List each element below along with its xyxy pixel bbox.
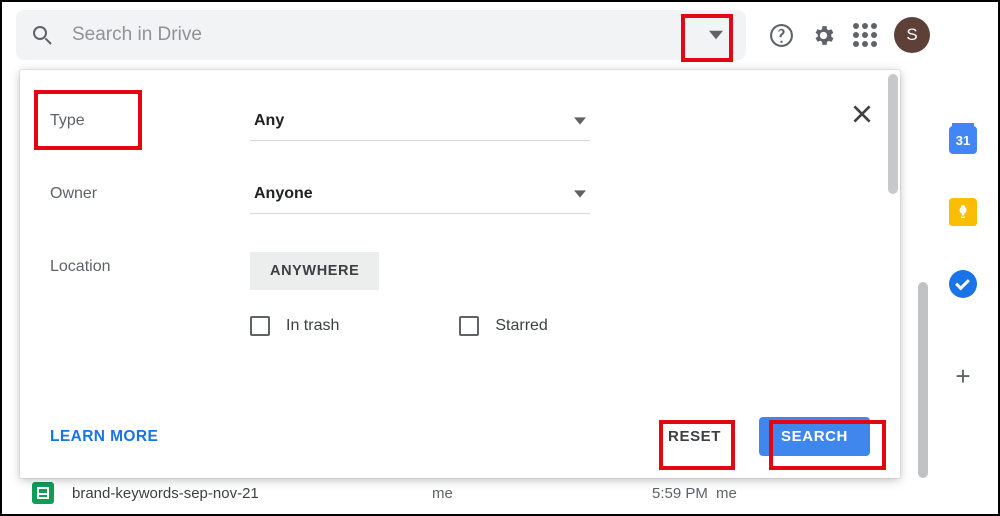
search-icon: [30, 23, 54, 47]
account-avatar[interactable]: S: [894, 17, 930, 53]
close-icon: [849, 101, 875, 127]
learn-more-link[interactable]: LEARN MORE: [50, 428, 158, 446]
help-icon[interactable]: [768, 22, 794, 48]
starred-checkbox[interactable]: Starred: [459, 316, 547, 336]
starred-label: Starred: [495, 317, 547, 335]
in-trash-checkbox[interactable]: In trash: [250, 316, 339, 336]
keep-icon[interactable]: [949, 198, 977, 226]
type-value: Any: [254, 112, 284, 130]
checkbox-icon: [250, 316, 270, 336]
checkbox-icon: [459, 316, 479, 336]
in-trash-label: In trash: [286, 317, 339, 335]
search-button[interactable]: SEARCH: [759, 417, 870, 456]
close-button[interactable]: [846, 98, 878, 130]
owner-label: Owner: [50, 179, 250, 203]
caret-down-icon: [709, 28, 723, 42]
list-scrollbar[interactable]: [918, 282, 928, 478]
file-owner: me: [432, 485, 652, 502]
caret-down-icon: [574, 115, 586, 127]
side-panel: 31 +: [932, 70, 994, 510]
location-label: Location: [50, 252, 250, 276]
type-label: Type: [50, 106, 250, 130]
calendar-icon[interactable]: 31: [949, 126, 977, 154]
search-bar[interactable]: Search in Drive: [16, 10, 746, 60]
google-apps-icon[interactable]: [852, 22, 878, 48]
header-actions: S: [768, 17, 930, 53]
owner-dropdown[interactable]: Anyone: [250, 179, 590, 214]
sheets-file-icon: [32, 482, 54, 504]
settings-gear-icon[interactable]: [810, 22, 836, 48]
search-placeholder: Search in Drive: [72, 24, 696, 46]
location-chip-anywhere[interactable]: ANYWHERE: [250, 252, 379, 290]
reset-button[interactable]: RESET: [650, 417, 739, 456]
type-dropdown[interactable]: Any: [250, 106, 590, 141]
addons-plus-icon[interactable]: +: [949, 362, 977, 390]
tasks-icon[interactable]: [949, 270, 977, 298]
file-modified-time: 5:59 PM me: [652, 485, 792, 502]
panel-scrollbar[interactable]: [888, 74, 898, 194]
caret-down-icon: [574, 188, 586, 200]
app-header: Search in Drive S: [2, 2, 998, 68]
file-row[interactable]: brand-keywords-sep-nov-21 me 5:59 PM me: [32, 482, 918, 504]
search-options-toggle[interactable]: [696, 15, 736, 55]
advanced-search-panel: Type Any Owner Anyone Location ANYWHERE …: [20, 70, 900, 478]
file-name: brand-keywords-sep-nov-21: [72, 485, 432, 502]
owner-value: Anyone: [254, 185, 313, 203]
